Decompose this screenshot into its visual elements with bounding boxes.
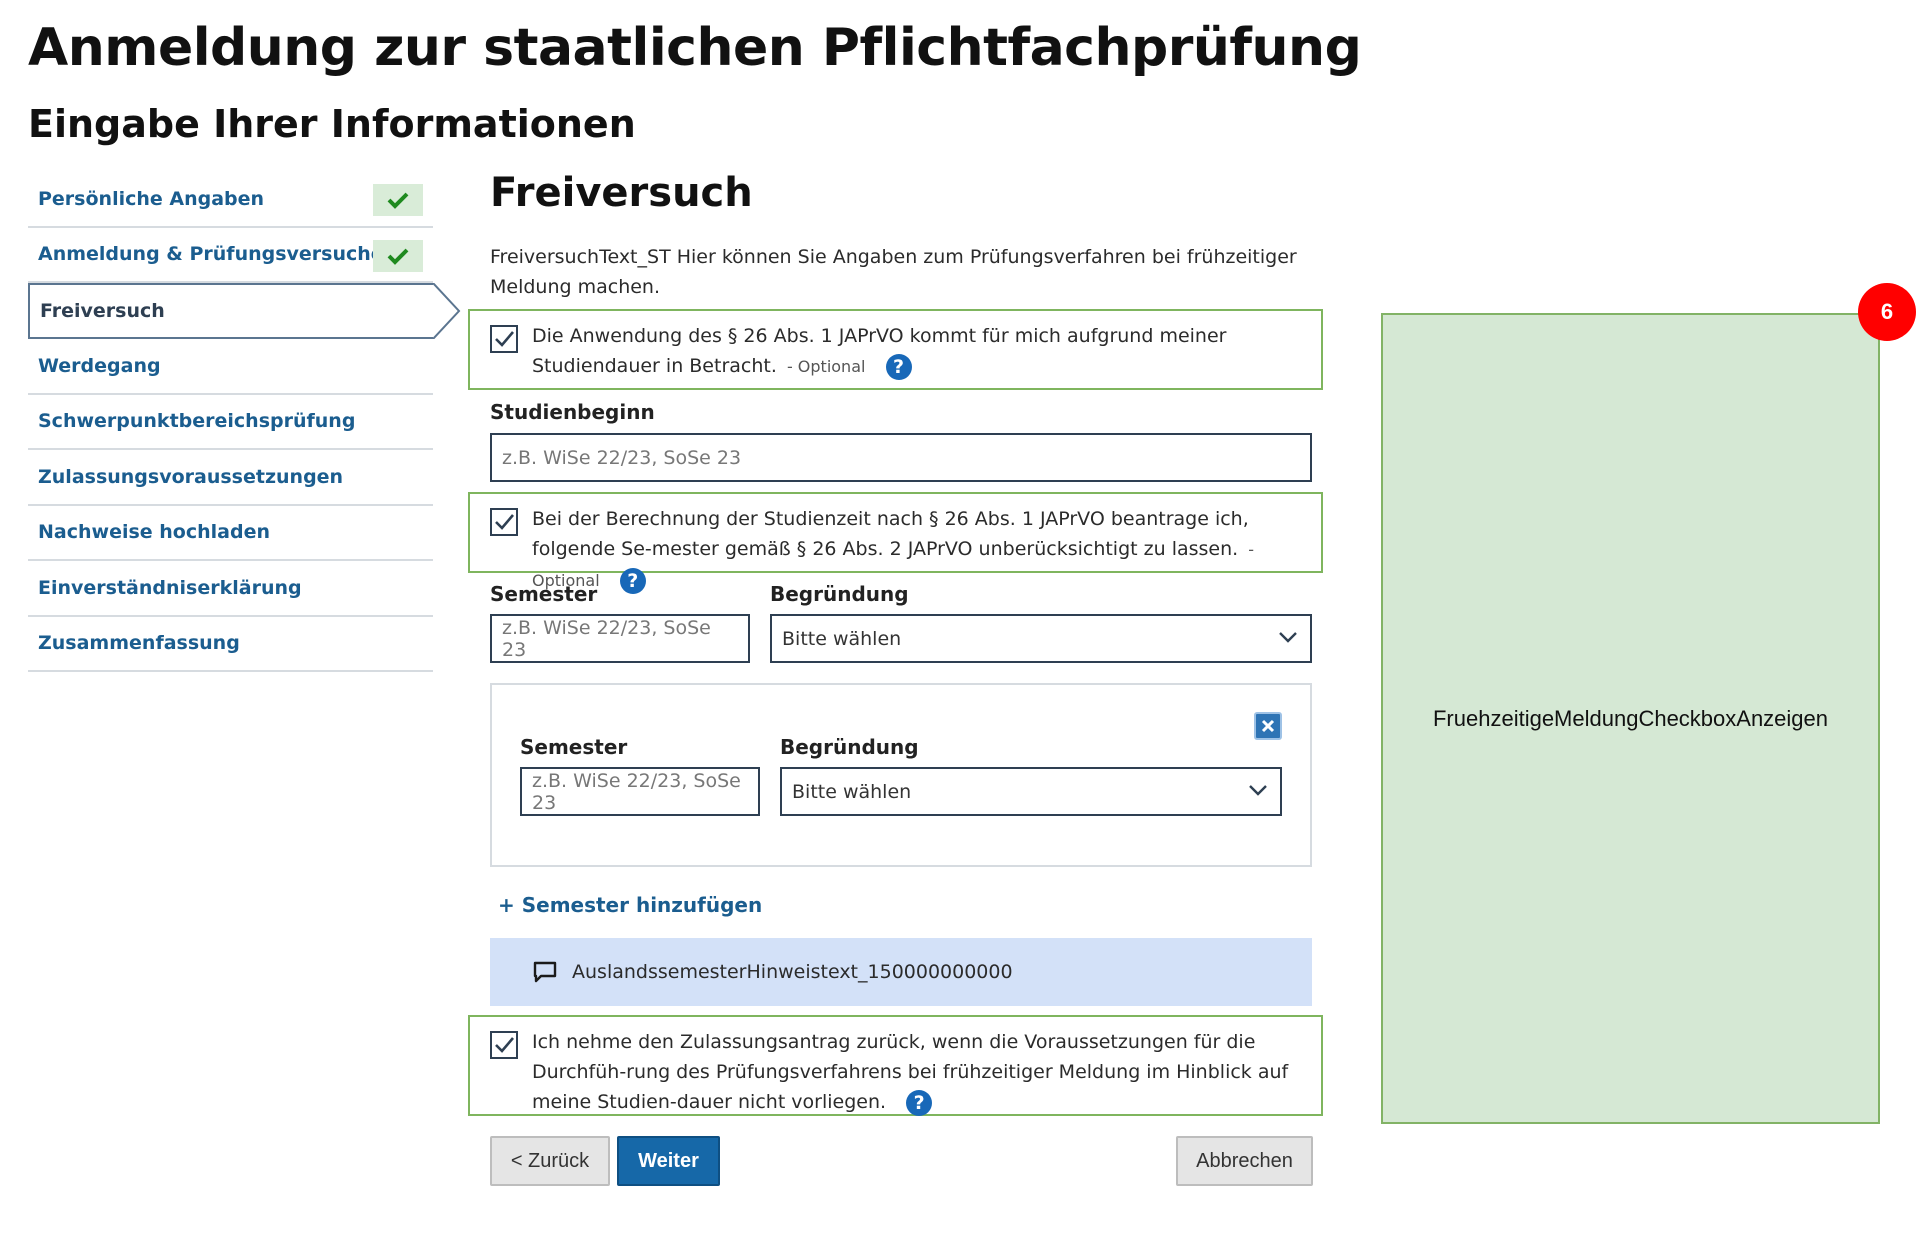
- sidebar-item-anmeldung-pruefungsversuche[interactable]: Anmeldung & Prüfungsversuche: [28, 228, 433, 283]
- begruendung-label: Begründung: [780, 735, 919, 759]
- remove-semester-button[interactable]: [1254, 712, 1282, 740]
- page-title: Anmeldung zur staatlichen Pflichtfachprü…: [28, 18, 1362, 78]
- step-navigation: Persönliche Angaben Anmeldung & Prüfungs…: [28, 172, 461, 672]
- sidebar-item-label: Zulassungsvoraussetzungen: [38, 465, 344, 488]
- checkbox-studiendauer-label: Die Anwendung des § 26 Abs. 1 JAPrVO kom…: [532, 325, 1227, 377]
- semester-label: Semester: [520, 735, 628, 759]
- checkmark-icon: [373, 184, 423, 216]
- checkbox-semester-unberuecksichtigt[interactable]: [490, 508, 518, 536]
- semester-label: Semester: [490, 582, 598, 606]
- section-intro-text: FreiversuchText_ST Hier können Sie Angab…: [490, 246, 1297, 298]
- sidebar-item-label: Persönliche Angaben: [38, 187, 265, 210]
- next-button[interactable]: Weiter: [617, 1136, 720, 1186]
- sidebar-item-nachweise-hochladen[interactable]: Nachweise hochladen: [28, 506, 433, 561]
- active-step-arrow-icon: [433, 283, 461, 339]
- speech-bubble-icon: [533, 961, 557, 983]
- sidebar-item-zusammenfassung[interactable]: Zusammenfassung: [28, 617, 433, 672]
- checkbox-zulassungsantrag[interactable]: [490, 1031, 518, 1059]
- sidebar-item-freiversuch[interactable]: Freiversuch: [28, 283, 461, 339]
- sidebar-item-schwerpunktbereichspruefung[interactable]: Schwerpunktbereichsprüfung: [28, 395, 433, 450]
- studienbeginn-input[interactable]: z.B. WiSe 22/23, SoSe 23: [490, 433, 1312, 482]
- info-hint-box: AuslandssemesterHinweistext_150000000000: [490, 938, 1312, 1006]
- sidebar-item-label: Werdegang: [38, 354, 161, 377]
- annotation-label: FruehzeitigeMeldungCheckboxAnzeigen: [1432, 705, 1829, 731]
- help-icon[interactable]: ?: [906, 1089, 933, 1116]
- sidebar-item-label: Schwerpunktbereichsprüfung: [38, 410, 356, 433]
- sidebar-item-einverstaendniserklaerung[interactable]: Einverständniserklärung: [28, 561, 433, 617]
- add-semester-link[interactable]: + Semester hinzufügen: [498, 893, 762, 917]
- begruendung-select[interactable]: Bitte wählen: [780, 767, 1282, 816]
- help-icon[interactable]: ?: [885, 353, 912, 380]
- checkbox-semester-unberuecksichtigt-group: Bei der Berechnung der Studienzeit nach …: [468, 492, 1323, 594]
- annotation-panel: FruehzeitigeMeldungCheckboxAnzeigen: [1381, 313, 1880, 1124]
- studienbeginn-label: Studienbeginn: [490, 400, 655, 424]
- begruendung-select-value: Bitte wählen: [792, 780, 912, 803]
- close-icon: [1261, 719, 1275, 733]
- begruendung-select-value: Bitte wählen: [782, 627, 902, 650]
- sidebar-item-zulassungsvoraussetzungen[interactable]: Zulassungsvoraussetzungen: [28, 450, 433, 506]
- checkbox-studiendauer-group: Die Anwendung des § 26 Abs. 1 JAPrVO kom…: [468, 309, 1323, 390]
- chevron-down-icon: [1279, 632, 1297, 643]
- begruendung-label: Begründung: [770, 582, 909, 606]
- sidebar-item-label: Freiversuch: [40, 300, 165, 322]
- checkmark-icon: [495, 1037, 514, 1053]
- checkbox-semester-unberuecksichtigt-label: Bei der Berechnung der Studienzeit nach …: [532, 508, 1249, 560]
- semester-input[interactable]: z.B. WiSe 22/23, SoSe 23: [490, 614, 750, 663]
- help-icon[interactable]: ?: [619, 567, 646, 594]
- sidebar-item-label: Zusammenfassung: [38, 632, 240, 655]
- checkmark-icon: [495, 514, 514, 530]
- page-subtitle: Eingabe Ihrer Informationen: [28, 102, 636, 146]
- annotation-badge: 6: [1858, 283, 1916, 341]
- begruendung-select[interactable]: Bitte wählen: [770, 614, 1312, 663]
- checkbox-zulassungsantrag-group: Ich nehme den Zulassungsantrag zurück, w…: [468, 1015, 1323, 1116]
- checkmark-icon: [495, 331, 514, 347]
- chevron-down-icon: [1249, 785, 1267, 796]
- semester-input[interactable]: z.B. WiSe 22/23, SoSe 23: [520, 767, 760, 816]
- checkbox-studiendauer[interactable]: [490, 325, 518, 353]
- cancel-button[interactable]: Abbrechen: [1176, 1136, 1313, 1186]
- checkmark-icon: [373, 239, 423, 272]
- optional-hint: - Optional: [786, 357, 866, 376]
- sidebar-item-label: Nachweise hochladen: [38, 521, 270, 544]
- sidebar-item-label: Anmeldung & Prüfungsversuche: [38, 243, 384, 266]
- back-button[interactable]: < Zurück: [490, 1136, 610, 1186]
- info-hint-text: AuslandssemesterHinweistext_150000000000: [572, 961, 1013, 983]
- sidebar-item-persoenliche-angaben[interactable]: Persönliche Angaben: [28, 172, 433, 228]
- sidebar-item-werdegang[interactable]: Werdegang: [28, 339, 433, 395]
- section-title: Freiversuch: [490, 170, 753, 216]
- sidebar-item-label: Einverständniserklärung: [38, 576, 302, 599]
